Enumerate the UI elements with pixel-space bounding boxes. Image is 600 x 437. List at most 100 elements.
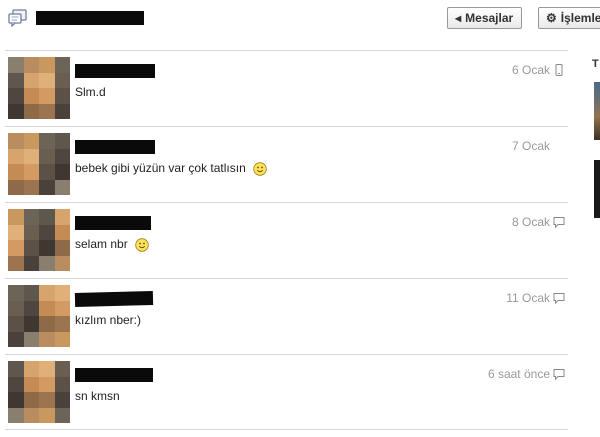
conversation-row[interactable]: Slm.d 6 Ocak (5, 50, 568, 126)
avatar-pixel (54, 255, 70, 271)
avatar-pixel (54, 285, 70, 301)
avatar-pixel (23, 361, 39, 377)
avatar-pixel (8, 57, 24, 73)
avatar-pixel (23, 300, 39, 316)
avatar-pixel (8, 240, 24, 256)
avatar-pixel (8, 72, 24, 88)
avatar-pixel (23, 316, 39, 332)
avatar-pixel (54, 57, 70, 73)
message-date: 11 Ocak (506, 291, 550, 305)
message-text: Slm.d (75, 85, 106, 99)
avatar-pixel (39, 331, 55, 347)
gear-icon: ⚙ (546, 11, 557, 25)
message-text: selam nbr (75, 237, 128, 251)
message-preview: sn kmsn (75, 389, 120, 403)
chat-bubble-icon (553, 217, 565, 228)
message-preview: Slm.d (75, 85, 106, 99)
avatar-pixel (54, 88, 70, 104)
avatar-pixel (54, 164, 70, 180)
avatar-pixel (54, 300, 70, 316)
message-preview: kızlım nber:) (75, 313, 141, 327)
avatar-pixel (8, 133, 24, 149)
avatar-pixel (8, 285, 24, 301)
avatar-pixel (39, 361, 55, 377)
avatar[interactable] (8, 57, 70, 119)
avatar-pixel (39, 300, 55, 316)
avatar-pixel (39, 376, 55, 392)
avatar-pixel (39, 103, 55, 119)
avatar-pixel (39, 57, 55, 73)
message-date: 8 Ocak (511, 215, 550, 229)
conversation-row[interactable]: kızlım nber:) 11 Ocak (5, 278, 568, 354)
avatar-pixel (39, 179, 55, 195)
mobile-icon (555, 64, 563, 76)
conversation-list: Slm.d 6 Ocak bebek gibi yüzün var çok ta… (5, 50, 568, 430)
smiley-icon (135, 238, 149, 252)
smiley-icon (253, 162, 267, 176)
conversation-row[interactable]: selam nbr 8 Ocak (5, 202, 568, 278)
avatar-pixel (39, 392, 55, 408)
avatar-pixel (54, 361, 70, 377)
avatar-pixel (8, 209, 24, 225)
avatar-pixel (23, 407, 39, 423)
avatar-pixel (39, 209, 55, 225)
redacted-sender-name (75, 140, 155, 154)
avatar-pixel (8, 103, 24, 119)
actions-label: İşlemler (560, 11, 600, 25)
actions-button[interactable]: ⚙ İşlemler (538, 7, 600, 29)
avatar[interactable] (8, 133, 70, 195)
message-preview: bebek gibi yüzün var çok tatlısın (75, 161, 267, 176)
avatar-pixel (8, 316, 24, 332)
avatar-pixel (54, 407, 70, 423)
sidebar-label: T (592, 58, 599, 70)
avatar-pixel (8, 331, 24, 347)
right-sidebar: T (588, 50, 600, 430)
avatar-pixel (8, 392, 24, 408)
redacted-sender-name (75, 216, 151, 230)
avatar-pixel (23, 133, 39, 149)
avatar-pixel (39, 240, 55, 256)
conversation-row[interactable]: sn kmsn 6 saat önce (5, 354, 568, 430)
redacted-sender-name (75, 64, 155, 78)
avatar-pixel (23, 285, 39, 301)
avatar-pixel (23, 103, 39, 119)
avatar-pixel (23, 179, 39, 195)
avatar-pixel (39, 133, 55, 149)
avatar-pixel (8, 164, 24, 180)
avatar-pixel (54, 209, 70, 225)
avatar-pixel (8, 255, 24, 271)
redacted-page-title (36, 11, 144, 25)
avatar-pixel (23, 88, 39, 104)
messages-back-button[interactable]: ◀ Mesajlar (447, 7, 522, 29)
avatar-pixel (54, 224, 70, 240)
avatar-pixel (8, 88, 24, 104)
avatar[interactable] (8, 285, 70, 347)
avatar-pixel (39, 148, 55, 164)
avatar-pixel (54, 179, 70, 195)
sidebar-thumbnail[interactable] (594, 82, 600, 140)
avatar-pixel (23, 57, 39, 73)
avatar-pixel (23, 392, 39, 408)
message-date: 7 Ocak (511, 139, 550, 153)
avatar-pixel (8, 407, 24, 423)
avatar-pixel (23, 255, 39, 271)
message-date: 6 saat önce (487, 367, 550, 381)
avatar[interactable] (8, 209, 70, 271)
avatar-pixel (23, 164, 39, 180)
avatar-pixel (54, 72, 70, 88)
conversation-row[interactable]: bebek gibi yüzün var çok tatlısın 7 Ocak (5, 126, 568, 202)
sidebar-thumbnail[interactable] (594, 160, 600, 218)
avatar-pixel (54, 331, 70, 347)
chat-bubble-icon (553, 293, 565, 304)
avatar-pixel (39, 88, 55, 104)
avatar-pixel (23, 209, 39, 225)
avatar-pixel (54, 103, 70, 119)
avatar-pixel (23, 148, 39, 164)
avatar-pixel (8, 300, 24, 316)
message-text: sn kmsn (75, 389, 120, 403)
message-preview: selam nbr (75, 237, 149, 252)
avatar-pixel (54, 392, 70, 408)
avatar[interactable] (8, 361, 70, 423)
avatar-pixel (54, 376, 70, 392)
avatar-pixel (39, 224, 55, 240)
